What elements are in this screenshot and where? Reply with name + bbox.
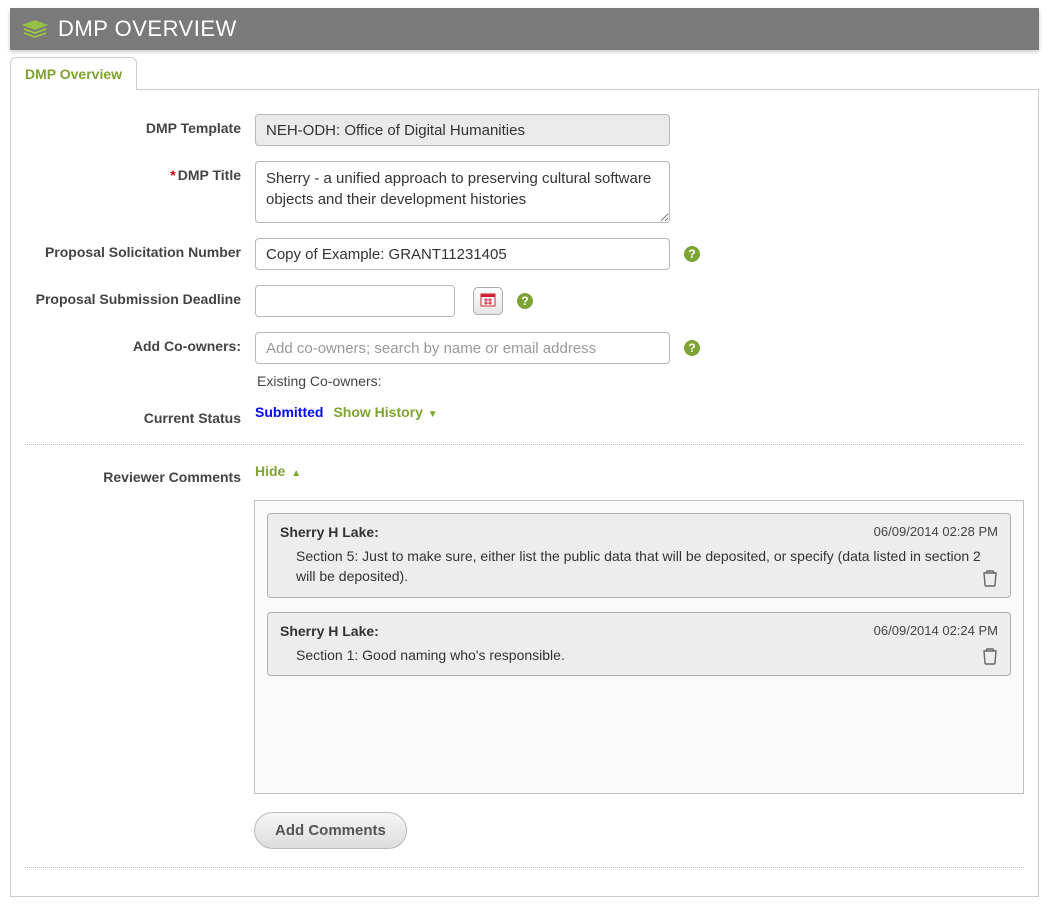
page-title: DMP OVERVIEW: [58, 16, 237, 42]
help-icon[interactable]: ?: [517, 293, 533, 309]
chevron-up-icon: ▲: [291, 468, 301, 479]
add-comments-label: Add Comments: [275, 822, 386, 839]
overview-form: DMP Template *DMP Title Proposal Solicit…: [10, 90, 1039, 897]
comment-body: Section 1: Good naming who's responsible…: [296, 645, 998, 665]
trash-icon: [982, 652, 998, 668]
dmp-template-field: [255, 114, 670, 146]
layers-icon: [22, 20, 48, 38]
add-comments-button[interactable]: Add Comments: [254, 812, 407, 849]
tab-label: DMP Overview: [25, 66, 122, 82]
label-deadline: Proposal Submission Deadline: [25, 285, 255, 307]
deadline-field[interactable]: [255, 285, 455, 317]
label-dmp-template: DMP Template: [25, 114, 255, 136]
help-icon[interactable]: ?: [684, 340, 700, 356]
hide-comments-link[interactable]: Hide ▲: [255, 463, 301, 479]
comment-author: Sherry H Lake:: [280, 623, 379, 639]
label-status: Current Status: [25, 404, 255, 426]
label-solicitation: Proposal Solicitation Number: [25, 238, 255, 260]
tab-dmp-overview[interactable]: DMP Overview: [10, 57, 137, 90]
separator: [25, 444, 1024, 445]
comment-timestamp: 06/09/2014 02:24 PM: [874, 623, 998, 638]
comments-panel: Sherry H Lake: 06/09/2014 02:28 PM Secti…: [254, 500, 1024, 794]
show-history-link[interactable]: Show History ▼: [333, 404, 437, 420]
comment-author: Sherry H Lake:: [280, 524, 379, 540]
comment-timestamp: 06/09/2014 02:28 PM: [874, 524, 998, 539]
label-dmp-title: *DMP Title: [25, 161, 255, 183]
solicitation-field[interactable]: [255, 238, 670, 270]
calendar-button[interactable]: [473, 287, 503, 315]
required-marker: *: [170, 167, 175, 183]
dmp-title-field[interactable]: [255, 161, 670, 223]
comment-body: Section 5: Just to make sure, either lis…: [296, 546, 998, 587]
separator: [25, 867, 1024, 868]
chevron-down-icon: ▼: [425, 409, 438, 420]
label-coowners: Add Co-owners:: [25, 332, 255, 354]
coowners-field[interactable]: [255, 332, 670, 364]
comment-item: Sherry H Lake: 06/09/2014 02:24 PM Secti…: [267, 612, 1011, 676]
delete-comment-button[interactable]: [982, 647, 1000, 667]
tab-strip: DMP Overview: [10, 56, 1039, 90]
comment-item: Sherry H Lake: 06/09/2014 02:28 PM Secti…: [267, 513, 1011, 598]
existing-coowners-label: Existing Co-owners:: [257, 373, 382, 389]
calendar-icon: [480, 292, 496, 311]
trash-icon: [982, 574, 998, 590]
status-value: Submitted: [255, 404, 323, 420]
label-reviewer: Reviewer Comments: [25, 463, 255, 485]
page-header: DMP OVERVIEW: [10, 8, 1039, 50]
delete-comment-button[interactable]: [982, 569, 1000, 589]
help-icon[interactable]: ?: [684, 246, 700, 262]
